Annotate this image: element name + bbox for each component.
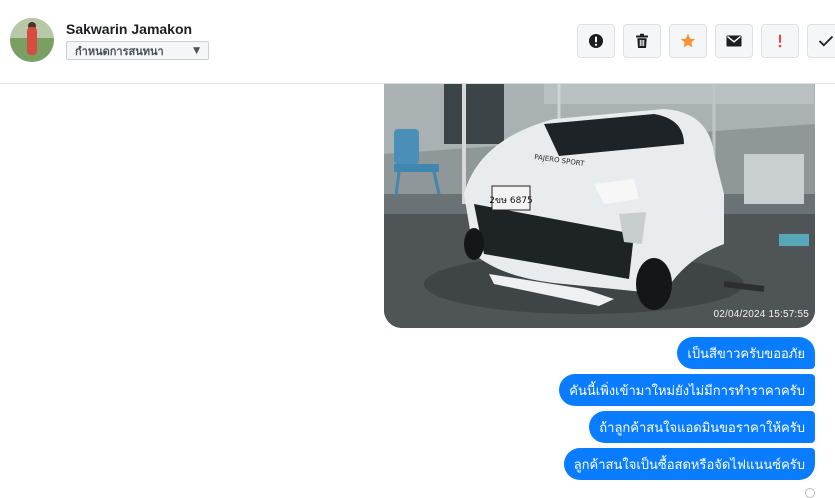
star-icon xyxy=(680,33,696,48)
message-bubble[interactable]: ลูกค้าสนใจเป็นซื้อสดหรือจัดไฟแนนซ์ครับ xyxy=(563,448,815,480)
conversation-header: Sakwarin Jamakon กำหนดการสนทนา ▼ xyxy=(0,0,835,84)
car-photo: 2ขษ 6875 PAJERO SPORT xyxy=(384,84,815,328)
delete-button[interactable] xyxy=(623,24,661,58)
assign-conversation-dropdown[interactable]: กำหนดการสนทนา ▼ xyxy=(66,41,209,60)
report-button[interactable] xyxy=(577,24,615,58)
spam-button[interactable] xyxy=(761,24,799,58)
message-bubble[interactable]: ถ้าลูกค้าสนใจแอดมินขอราคาให้ครับ xyxy=(589,411,815,443)
user-name[interactable]: Sakwarin Jamakon xyxy=(66,21,192,37)
alert-circle-icon xyxy=(589,34,603,48)
mark-done-button[interactable] xyxy=(807,24,835,58)
message-bubble[interactable]: เป็นสีขาวครับขออภัย xyxy=(677,337,815,369)
mail-icon xyxy=(726,35,742,47)
mark-unread-button[interactable] xyxy=(715,24,753,58)
trash-icon xyxy=(636,33,648,48)
license-plate-text: 2ขษ 6875 xyxy=(489,196,533,206)
avatar[interactable] xyxy=(10,18,54,62)
message-bubble[interactable]: คันนี้เพิ่งเข้ามาใหม่ยังไม่มีการทำราคาคร… xyxy=(559,374,815,406)
action-toolbar xyxy=(577,24,835,58)
caret-down-icon: ▼ xyxy=(193,45,200,56)
exclamation-icon xyxy=(778,34,782,48)
assign-label: กำหนดการสนทนา xyxy=(75,44,164,58)
check-icon xyxy=(818,35,834,47)
message-photo-attachment[interactable]: 2ขษ 6875 PAJERO SPORT 02/04/2024 15:57:5… xyxy=(384,84,815,328)
read-receipt-icon xyxy=(805,488,815,498)
star-button[interactable] xyxy=(669,24,707,58)
photo-timestamp: 02/04/2024 15:57:55 xyxy=(713,309,809,320)
